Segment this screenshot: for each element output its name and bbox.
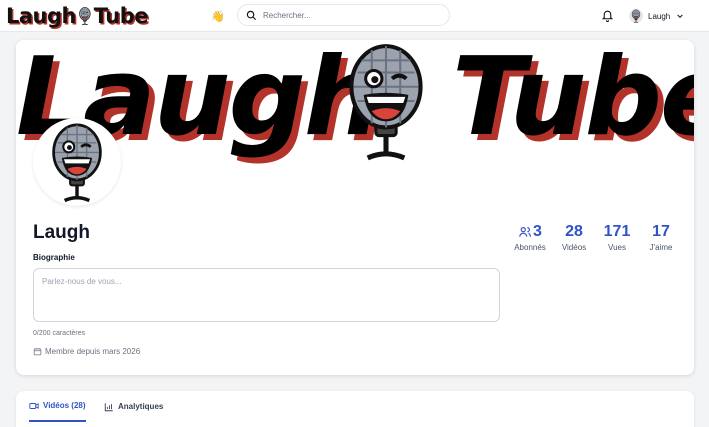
stat-likes[interactable]: 17 J'aime (644, 223, 678, 252)
user-avatar-mascot-icon (629, 9, 643, 23)
profile-tabs: Vidéos (28) Analytiques (16, 391, 694, 427)
stat-views-value: 171 (603, 223, 631, 240)
stat-subscribers-value: 3 (533, 223, 542, 240)
calendar-icon (33, 348, 42, 356)
microphone-mascot-icon (77, 2, 93, 30)
search-input[interactable] (263, 10, 443, 20)
avatar (629, 9, 643, 23)
chart-icon (104, 402, 113, 411)
bio-label: Biographie (33, 253, 75, 262)
tab-analytics-label: Analytiques (118, 402, 164, 411)
banner-text-right: Tube (452, 40, 694, 160)
tab-videos[interactable]: Vidéos (28) (29, 391, 86, 422)
member-since-text: Membre depuis mars 2026 (45, 347, 141, 356)
notification-bell-icon[interactable] (601, 9, 614, 22)
search-icon (246, 10, 257, 20)
search-bar[interactable] (237, 4, 450, 26)
stat-subscribers-label: Abonnés (514, 243, 546, 252)
waving-hand-icon[interactable]: 👋 (211, 10, 225, 23)
stat-videos-label: Vidéos (561, 243, 587, 252)
logo-text-left: Laugh (6, 4, 77, 28)
user-menu[interactable]: Laugh (629, 6, 684, 26)
site-logo[interactable]: Laugh Tube (6, 1, 149, 31)
tab-videos-label: Vidéos (28) (43, 401, 86, 410)
stat-subscribers[interactable]: 3 Abonnés (511, 223, 549, 252)
user-name: Laugh (648, 11, 671, 21)
member-since: Membre depuis mars 2026 (33, 347, 140, 356)
stat-likes-value: 17 (652, 223, 670, 240)
profile-card: Laugh Laugh Tube Tube Laugh 3 Abonnés 28… (16, 40, 694, 375)
chevron-down-icon (677, 14, 683, 19)
top-navigation-bar: Laugh Tube 👋 Laugh (0, 0, 709, 32)
profile-avatar[interactable] (33, 118, 121, 206)
tab-analytics[interactable]: Analytiques (104, 391, 163, 422)
stat-views-label: Vues (608, 243, 626, 252)
stat-likes-label: J'aime (649, 243, 673, 252)
stat-videos-value: 28 (565, 223, 583, 240)
stat-videos[interactable]: 28 Vidéos (556, 223, 592, 252)
bio-char-counter: 0/200 caractères (33, 330, 86, 337)
video-icon (29, 402, 39, 409)
profile-mascot-icon (51, 123, 103, 203)
stat-views[interactable]: 171 Vues (600, 223, 634, 252)
logo-text-right: Tube (93, 4, 149, 28)
users-icon (519, 227, 531, 237)
bio-textarea[interactable] (33, 268, 500, 322)
profile-name: Laugh (33, 222, 90, 243)
